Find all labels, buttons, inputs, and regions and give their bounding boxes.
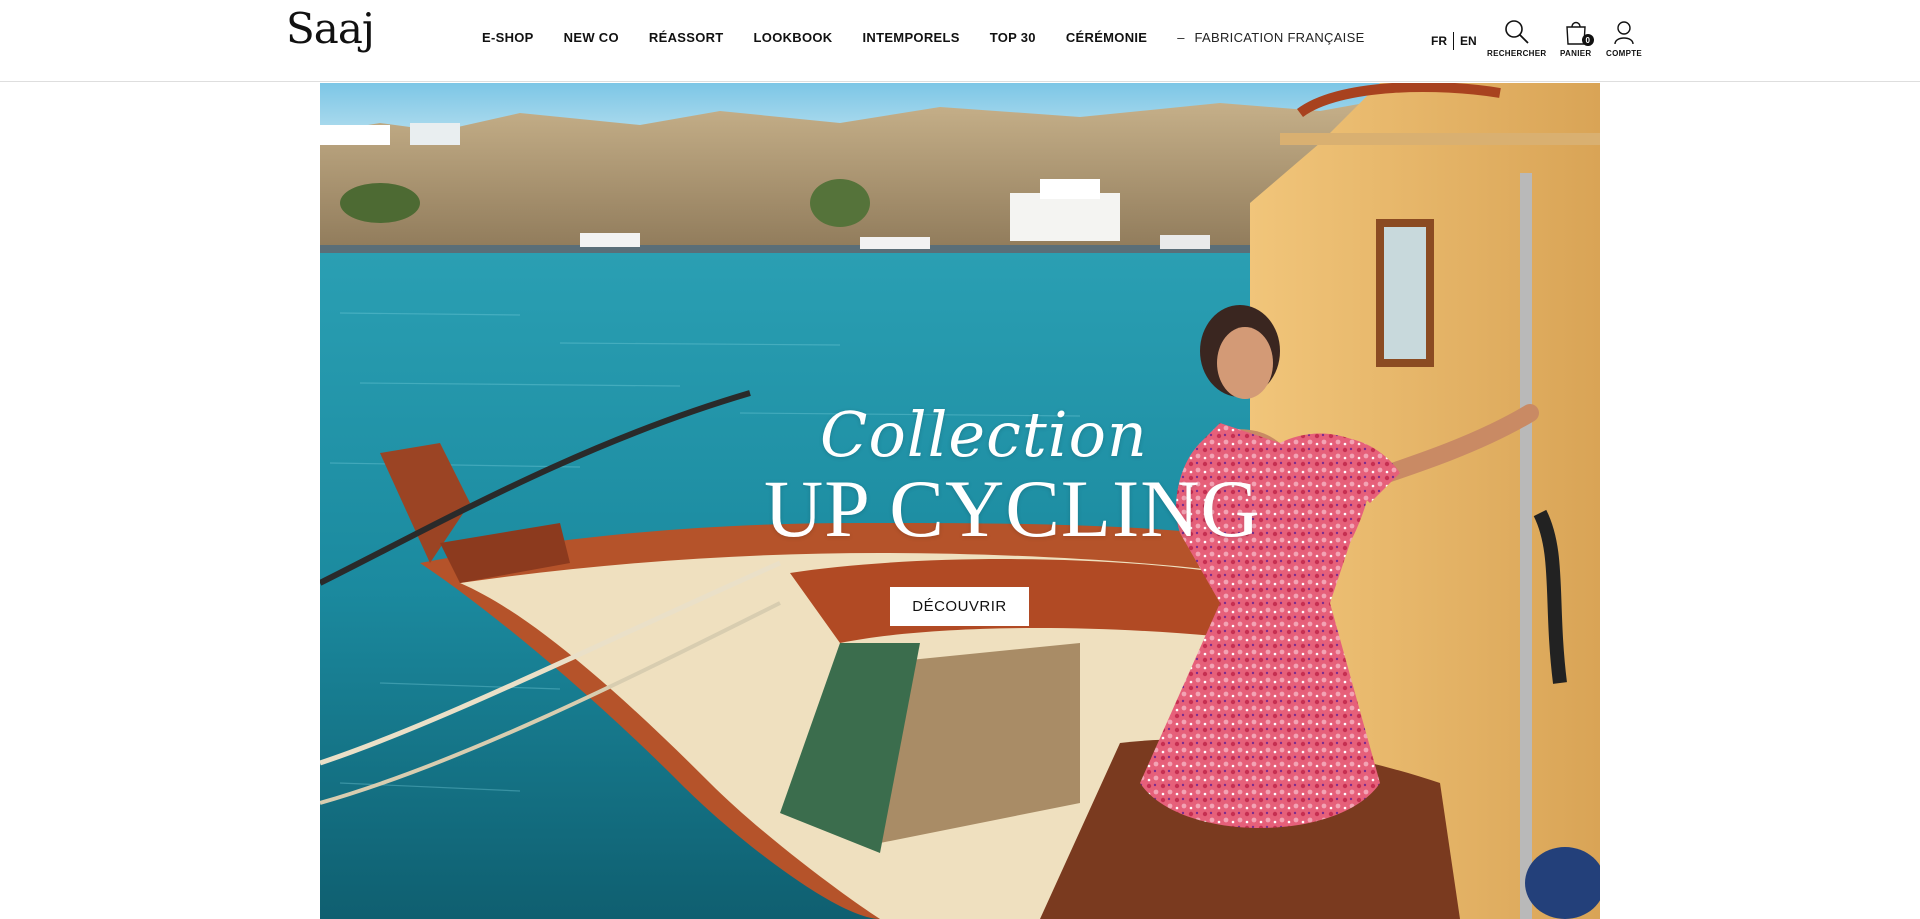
- lang-fr[interactable]: FR: [1431, 34, 1447, 48]
- nav-item-new-co[interactable]: NEW CO: [564, 30, 619, 45]
- search-label: RECHERCHER: [1487, 49, 1547, 58]
- cart-count-badge: 0: [1581, 34, 1594, 46]
- nav-item-intemporels[interactable]: INTEMPORELS: [863, 30, 960, 45]
- discover-button[interactable]: DÉCOUVRIR: [890, 587, 1029, 626]
- cart-button[interactable]: 0 PANIER: [1560, 18, 1594, 58]
- lang-en[interactable]: EN: [1460, 34, 1477, 48]
- search-icon: [1504, 20, 1529, 44]
- nav-item-ceremonie[interactable]: CÉRÉMONIE: [1066, 30, 1147, 45]
- nav-item-eshop[interactable]: E-SHOP: [482, 30, 534, 45]
- nav-item-reassort[interactable]: RÉASSORT: [649, 30, 724, 45]
- search-button[interactable]: RECHERCHER: [1487, 18, 1546, 58]
- hero-main-title: UP CYCLING: [764, 463, 1261, 554]
- language-switcher: FR EN: [1431, 32, 1477, 50]
- nav-item-top-30[interactable]: TOP 30: [990, 30, 1036, 45]
- nav-item-lookbook[interactable]: LOOKBOOK: [754, 30, 833, 45]
- lang-separator: [1453, 32, 1454, 50]
- hero-overlay: Collection UP CYCLING DÉCOUVRIR: [320, 83, 1600, 919]
- account-icon: [1614, 21, 1634, 45]
- account-label: COMPTE: [1606, 49, 1643, 58]
- site-header: Saaj E-SHOP NEW CO RÉASSORT LOOKBOOK INT…: [0, 0, 1920, 82]
- brand-logo[interactable]: Saaj: [286, 8, 375, 50]
- hero-script-title: Collection: [820, 398, 1148, 471]
- main-nav: E-SHOP NEW CO RÉASSORT LOOKBOOK INTEMPOR…: [482, 30, 1395, 45]
- hero-banner[interactable]: Collection UP CYCLING DÉCOUVRIR: [320, 83, 1600, 919]
- nav-dash: –: [1177, 30, 1185, 45]
- cart-label: PANIER: [1560, 49, 1592, 58]
- account-button[interactable]: COMPTE: [1606, 18, 1642, 58]
- nav-item-fabrication-francaise[interactable]: FABRICATION FRANÇAISE: [1195, 30, 1365, 45]
